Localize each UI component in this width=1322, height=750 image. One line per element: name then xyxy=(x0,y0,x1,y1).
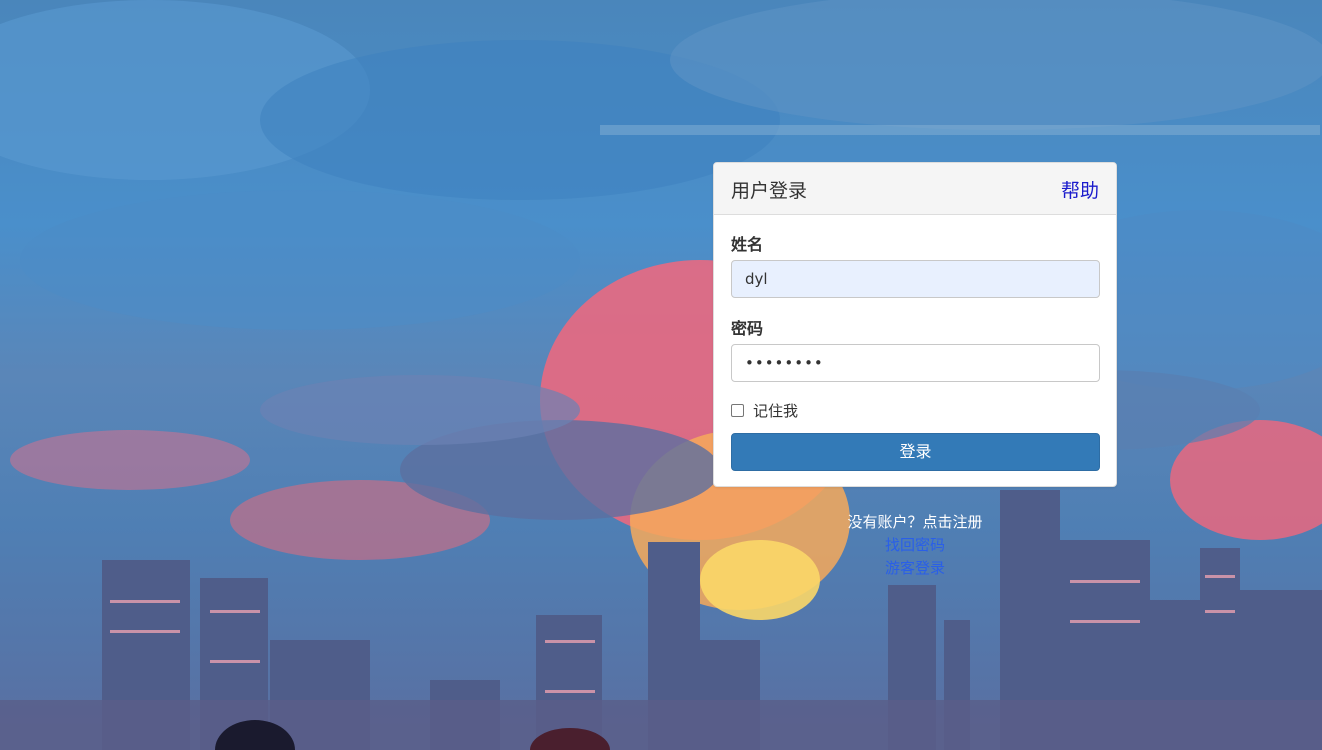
help-link[interactable]: 帮助 xyxy=(1061,176,1099,203)
remember-me-label: 记住我 xyxy=(753,402,799,420)
username-input[interactable] xyxy=(731,260,1100,298)
remember-me-checkbox[interactable] xyxy=(731,404,744,417)
remember-me-row: 记住我 xyxy=(731,400,798,421)
auth-links: 没有账户？点击注册 找回密码 游客登录 xyxy=(800,511,1030,580)
password-input[interactable] xyxy=(731,344,1100,382)
background-image xyxy=(0,0,1322,750)
panel-title: 用户登录 xyxy=(731,180,808,202)
register-link[interactable]: 没有账户？点击注册 xyxy=(800,511,1030,534)
username-label: 姓名 xyxy=(731,235,764,254)
recover-password-link[interactable]: 找回密码 xyxy=(800,534,1030,557)
password-label: 密码 xyxy=(731,319,764,338)
login-panel-heading: 用户登录 帮助 xyxy=(714,163,1116,215)
guest-login-link[interactable]: 游客登录 xyxy=(800,557,1030,580)
login-button[interactable]: 登录 xyxy=(731,433,1100,471)
login-panel: 用户登录 帮助 姓名 密码 记住我 登录 xyxy=(713,162,1117,487)
